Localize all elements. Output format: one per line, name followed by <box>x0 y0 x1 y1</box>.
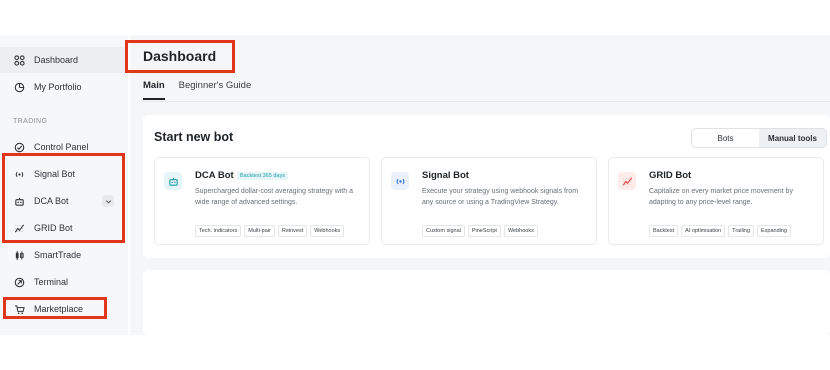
tab-divider <box>143 101 830 102</box>
backtest-badge: Backtest 365 days <box>237 172 288 180</box>
highlight-box-title <box>125 40 235 73</box>
terminal-icon <box>13 276 25 288</box>
tag: Webhooks <box>310 225 345 237</box>
tag: Trailing <box>728 225 755 237</box>
card-description: Capitalize on every market price movemen… <box>649 188 793 206</box>
tag: Tech. indicators <box>195 225 242 237</box>
tab-bar: Main Beginner's Guide <box>143 80 251 100</box>
bots-manual-toggle: Bots Manual tools <box>691 128 827 148</box>
grid-bot-card[interactable]: GRID Bot Capitalize on every market pric… <box>608 157 824 245</box>
broadcast-icon <box>391 172 409 190</box>
tag: Backtest <box>649 225 679 237</box>
tag: Reinvest <box>277 225 308 237</box>
card-description: Execute your strategy using webhook sign… <box>422 188 579 206</box>
robot-icon <box>164 172 182 190</box>
signal-bot-card[interactable]: Signal Bot Execute your strategy using w… <box>381 157 597 245</box>
tag: PineScript <box>467 225 501 237</box>
candles-icon <box>13 249 25 261</box>
card-tags: Tech. indicators Multi-pair Reinvest Web… <box>195 225 345 237</box>
dashboard-grid-icon <box>13 54 25 66</box>
secondary-panel <box>143 270 830 335</box>
sidebar-item-dashboard[interactable]: Dashboard <box>0 47 128 73</box>
sidebar-item-my-portfolio[interactable]: My Portfolio <box>0 74 128 100</box>
dca-bot-card[interactable]: DCA Bot Backtest 365 days Supercharged d… <box>154 157 370 245</box>
sidebar-item-label: SmartTrade <box>34 250 82 260</box>
toggle-manual-tools[interactable]: Manual tools <box>759 129 826 147</box>
tag: Custom signal <box>422 225 465 237</box>
grid-chart-icon <box>618 172 636 190</box>
sidebar-item-terminal[interactable]: Terminal <box>0 269 128 295</box>
sidebar-item-smarttrade[interactable]: SmartTrade <box>0 242 128 268</box>
highlight-box-bots <box>2 153 125 243</box>
panel-title: Start new bot <box>154 130 234 144</box>
tag: Expanding <box>757 225 792 237</box>
trading-section-label: TRADING <box>13 118 48 125</box>
card-title: Signal Bot <box>422 170 469 181</box>
sidebar-item-label: Dashboard <box>34 55 79 65</box>
sidebar-item-label: Terminal <box>34 277 69 287</box>
tab-main[interactable]: Main <box>143 80 165 100</box>
pie-chart-icon <box>13 81 25 93</box>
card-title: GRID Bot <box>649 170 692 181</box>
card-description: Supercharged dollar-cost averaging strat… <box>195 188 353 206</box>
check-circle-icon <box>13 141 25 153</box>
tag: Webhooks <box>503 225 538 237</box>
start-new-bot-panel: Start new bot Bots Manual tools DCA Bot … <box>143 115 830 258</box>
tag: Multi-pair <box>244 225 275 237</box>
card-title: DCA Bot <box>195 170 234 181</box>
card-tags: Custom signal PineScript Webhooks <box>422 225 538 237</box>
tag: AI optimisation <box>681 225 726 237</box>
highlight-box-marketplace <box>3 297 107 319</box>
tab-beginners-guide[interactable]: Beginner's Guide <box>179 80 252 100</box>
sidebar-item-label: My Portfolio <box>34 82 82 92</box>
toggle-bots[interactable]: Bots <box>692 129 759 147</box>
sidebar-item-label: Control Panel <box>34 142 89 152</box>
card-tags: Backtest AI optimisation Trailing Expand… <box>649 225 792 237</box>
